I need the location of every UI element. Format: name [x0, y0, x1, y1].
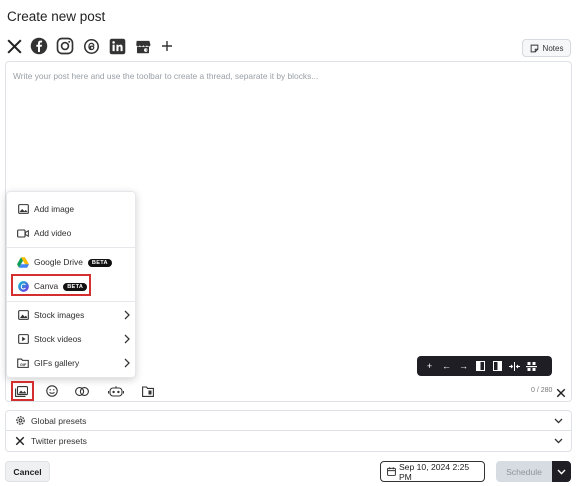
gif-folder-icon: GIF: [17, 357, 29, 369]
menu-label: Stock images: [34, 310, 85, 320]
threads-icon[interactable]: [82, 37, 100, 55]
media-icon: [14, 385, 28, 397]
page-title: Create new post: [7, 9, 106, 24]
move-right-button[interactable]: →: [455, 356, 472, 376]
add-network-icon[interactable]: [160, 37, 174, 55]
date-label: Sep 10, 2024 2:25 PM: [398, 461, 470, 482]
preset-label: Global presets: [31, 415, 87, 426]
gear-icon: [14, 415, 26, 427]
instagram-icon[interactable]: [56, 37, 74, 55]
merge-icon[interactable]: [523, 356, 540, 376]
video-icon: [17, 227, 29, 239]
ai-assistant-button[interactable]: [108, 384, 124, 398]
global-presets-row[interactable]: Global presets: [5, 410, 572, 431]
schedule-button[interactable]: Schedule: [496, 461, 552, 482]
robot-icon: [108, 385, 124, 397]
split-icon[interactable]: [506, 356, 523, 376]
move-left-button[interactable]: ←: [438, 356, 455, 376]
chevron-down-icon: [554, 418, 563, 424]
linkedin-icon[interactable]: [108, 37, 126, 55]
emoji-icon: [46, 385, 58, 397]
schedule-options-button[interactable]: [552, 461, 571, 482]
thread-toolbar: + ← →: [417, 356, 552, 376]
google-business-icon[interactable]: [134, 37, 152, 55]
note-icon: [530, 44, 538, 52]
link-icon: [75, 386, 89, 396]
add-block-button[interactable]: +: [421, 356, 438, 376]
calendar-icon: [387, 467, 396, 476]
menu-label: Stock videos: [34, 334, 82, 344]
canva-highlight: [11, 274, 91, 296]
x-icon: [14, 435, 26, 447]
split-right-icon[interactable]: [489, 356, 506, 376]
chevron-right-icon: [124, 310, 130, 320]
beta-badge: BETA: [87, 258, 112, 267]
menu-item-stock-images[interactable]: Stock images: [7, 304, 137, 326]
chevron-right-icon: [124, 334, 130, 344]
menu-item-stock-videos[interactable]: Stock videos: [7, 328, 137, 350]
cancel-button[interactable]: Cancel: [5, 461, 50, 482]
svg-text:GIF: GIF: [20, 363, 27, 367]
chevron-down-icon: [554, 438, 563, 444]
stock-video-icon: [17, 333, 29, 345]
date-picker-button[interactable]: Sep 10, 2024 2:25 PM: [380, 461, 485, 482]
facebook-icon[interactable]: [30, 37, 48, 55]
chevron-down-icon: [557, 469, 566, 475]
menu-label: Add video: [34, 228, 72, 238]
stock-image-icon: [17, 309, 29, 321]
menu-item-gifs-gallery[interactable]: GIF GIFs gallery: [7, 352, 137, 374]
twitter-presets-row[interactable]: Twitter presets: [5, 431, 572, 452]
google-drive-icon: [17, 256, 29, 268]
image-icon: [17, 203, 29, 215]
split-left-icon[interactable]: [472, 356, 489, 376]
menu-item-add-image[interactable]: Add image: [7, 198, 137, 220]
notes-button[interactable]: Notes: [522, 39, 571, 57]
x-icon: [556, 385, 566, 398]
link-button[interactable]: [75, 384, 89, 398]
character-count: 0 / 280: [531, 387, 553, 394]
chevron-right-icon: [124, 358, 130, 368]
upload-button[interactable]: [141, 384, 155, 398]
editor-placeholder: Write your post here and use the toolbar…: [13, 71, 319, 81]
folder-upload-icon: [142, 385, 154, 397]
menu-item-google-drive[interactable]: Google Drive BETA: [7, 251, 137, 273]
menu-label: GIFs gallery: [34, 358, 80, 368]
emoji-button[interactable]: [45, 384, 59, 398]
preset-label: Twitter presets: [31, 436, 87, 446]
menu-label: Add image: [34, 204, 75, 214]
media-button[interactable]: [14, 384, 28, 398]
menu-item-add-video[interactable]: Add video: [7, 222, 137, 244]
x-icon[interactable]: [6, 37, 22, 55]
menu-label: Google Drive: [34, 257, 83, 267]
notes-label: Notes: [542, 43, 564, 53]
